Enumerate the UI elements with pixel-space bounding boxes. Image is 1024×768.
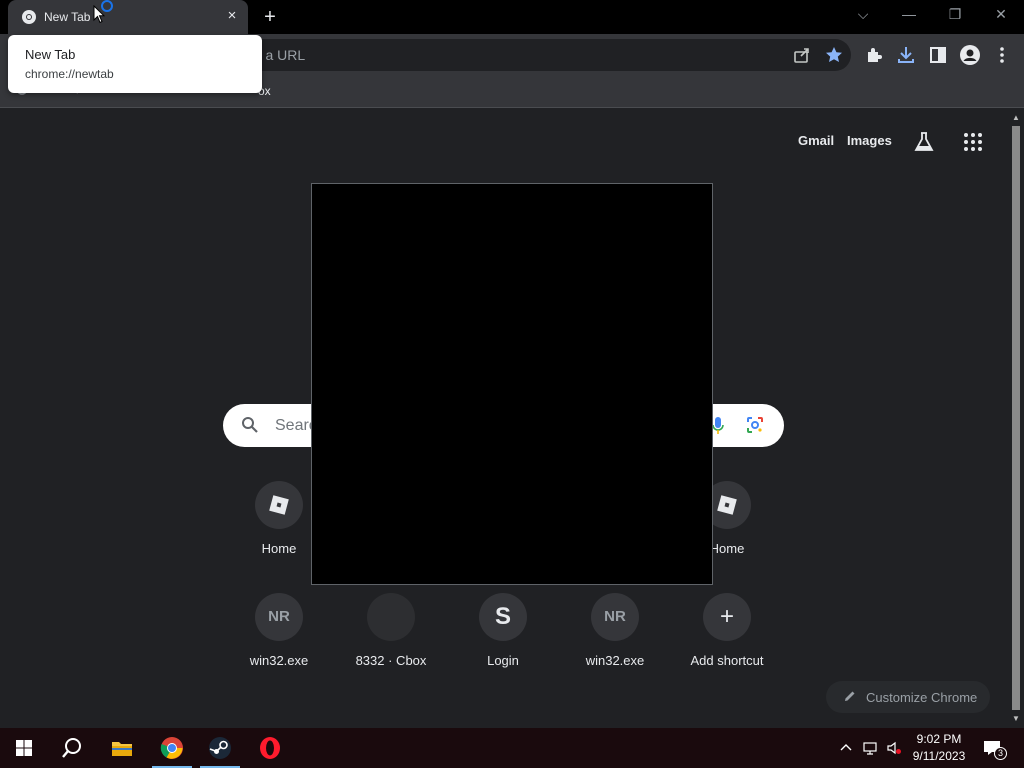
menu-icon[interactable] <box>990 43 1014 67</box>
clock-time: 9:02 PM <box>916 732 962 746</box>
extensions-icon[interactable] <box>862 43 886 67</box>
taskbar-search-button[interactable] <box>48 728 96 768</box>
profile-icon[interactable] <box>958 43 982 67</box>
google-apps-icon[interactable] <box>961 130 985 154</box>
shortcut-tile[interactable]: S Login <box>447 593 559 703</box>
shortcut-tile[interactable]: NR win32.exe <box>559 593 671 703</box>
notification-center-button[interactable]: 3 <box>982 738 1007 760</box>
opera-icon <box>260 737 280 759</box>
shortcut-letter-avatar: S <box>479 593 527 641</box>
shortcut-favicon <box>367 593 415 641</box>
tab-strip: New Tab × + ⌵ — ❐ ✕ <box>0 0 1024 34</box>
network-icon[interactable] <box>862 740 878 756</box>
google-lens-icon[interactable] <box>745 415 765 435</box>
chevron-up-icon[interactable] <box>838 740 854 756</box>
customize-chrome-label: Customize Chrome <box>866 690 978 705</box>
minimize-button[interactable]: — <box>886 0 932 30</box>
steam-icon <box>209 737 231 759</box>
shortcut-label: win32.exe <box>249 653 309 668</box>
scrollbar[interactable]: ▲ ▼ <box>1008 109 1024 728</box>
pencil-icon <box>845 691 855 701</box>
taskbar-chrome[interactable] <box>148 728 196 768</box>
images-link[interactable]: Images <box>847 133 892 148</box>
customize-chrome-button[interactable]: Customize Chrome <box>826 681 990 713</box>
new-tab-button[interactable]: + <box>260 7 280 27</box>
scroll-up-arrow-icon[interactable]: ▲ <box>1011 113 1021 123</box>
side-panel-icon[interactable] <box>926 43 950 67</box>
tab-new-tab[interactable]: New Tab × <box>8 0 248 34</box>
close-button[interactable]: ✕ <box>978 0 1024 30</box>
chrome-icon <box>22 10 36 24</box>
search-icon <box>242 417 258 433</box>
chrome-icon <box>160 737 183 759</box>
shortcut-letter-avatar: NR <box>255 593 303 641</box>
loading-spinner-icon <box>101 0 113 12</box>
tab-tooltip: New Tab chrome://newtab <box>8 35 262 93</box>
start-button[interactable] <box>0 728 48 768</box>
tab-close-icon[interactable]: × <box>224 8 240 24</box>
shortcut-letter-avatar: NR <box>591 593 639 641</box>
shortcut-favicon <box>255 481 303 529</box>
download-icon[interactable] <box>894 43 918 67</box>
search-icon <box>62 738 81 758</box>
scrollbar-thumb[interactable] <box>1012 126 1020 710</box>
plus-icon: + <box>703 593 751 641</box>
share-icon[interactable] <box>790 43 814 67</box>
roblox-icon <box>717 495 737 515</box>
labs-flask-icon[interactable] <box>912 130 936 154</box>
taskbar-file-explorer[interactable] <box>98 728 146 768</box>
folder-icon <box>112 742 132 756</box>
black-overlay-panel <box>311 183 713 585</box>
tooltip-title: New Tab <box>25 47 76 62</box>
shortcut-tile[interactable]: 8332 · Cbox <box>335 593 447 703</box>
tab-title: New Tab <box>44 10 91 24</box>
shortcut-label: win32.exe <box>585 653 645 668</box>
tab-search-icon[interactable]: ⌵ <box>840 0 886 30</box>
clock-date: 9/11/2023 <box>912 749 966 763</box>
volume-muted-icon[interactable] <box>886 740 902 756</box>
taskbar-clock[interactable]: 9:02 PM 9/11/2023 <box>904 731 974 765</box>
shortcut-label: Add shortcut <box>690 653 764 668</box>
windows-icon <box>16 740 32 756</box>
add-shortcut-button[interactable]: + Add shortcut <box>671 593 783 703</box>
bookmark-star-icon[interactable] <box>822 43 846 67</box>
taskbar-steam[interactable] <box>196 728 244 768</box>
voice-search-icon[interactable] <box>711 415 725 437</box>
shortcut-label: Login <box>487 653 519 668</box>
restore-button[interactable]: ❐ <box>932 0 978 30</box>
taskbar: 9:02 PM 9/11/2023 3 <box>0 728 1024 768</box>
shortcut-label: 8332 · Cbox <box>355 653 427 668</box>
scroll-down-arrow-icon[interactable]: ▼ <box>1011 714 1021 724</box>
tooltip-url: chrome://newtab <box>25 67 114 81</box>
roblox-icon <box>269 495 289 515</box>
taskbar-opera[interactable] <box>246 728 294 768</box>
notification-count-badge: 3 <box>994 747 1007 760</box>
gmail-link[interactable]: Gmail <box>798 133 834 148</box>
shortcut-tile[interactable]: NR win32.exe <box>223 593 335 703</box>
